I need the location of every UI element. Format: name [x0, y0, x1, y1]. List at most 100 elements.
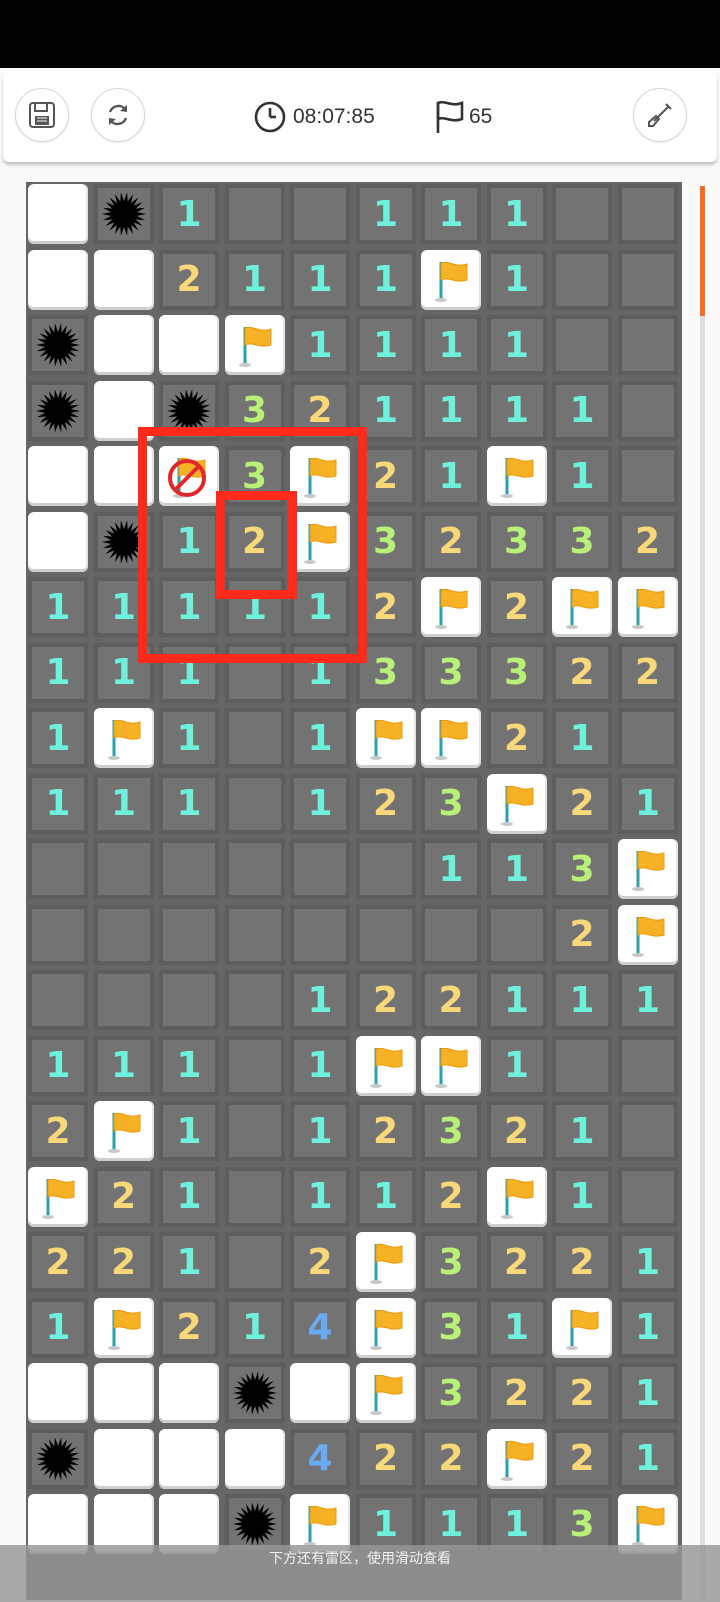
cell-number[interactable]: 1	[552, 1101, 612, 1161]
cell-mine[interactable]	[93, 184, 154, 244]
cell-number[interactable]: 2	[355, 970, 416, 1030]
cell-number[interactable]: 1	[159, 1035, 219, 1096]
cell-number[interactable]: 1	[617, 1297, 678, 1358]
cell-number[interactable]: 2	[486, 1363, 547, 1423]
cell-number[interactable]: 3	[421, 1297, 481, 1358]
cell-flag[interactable]	[421, 1035, 481, 1096]
cell-flag[interactable]	[552, 577, 612, 637]
cell-flag[interactable]	[355, 708, 416, 768]
cell-number[interactable]: 2	[93, 1232, 154, 1292]
cell-number[interactable]: 2	[28, 1232, 88, 1292]
cell-unrevealed[interactable]	[224, 1101, 285, 1161]
cell-number[interactable]: 1	[617, 1428, 678, 1489]
save-button[interactable]	[15, 88, 69, 142]
cell-number[interactable]: 1	[617, 1363, 678, 1423]
cell-number[interactable]: 1	[28, 1035, 88, 1096]
cell-unrevealed[interactable]	[617, 1101, 678, 1161]
cell-number[interactable]: 2	[290, 1232, 350, 1292]
cell-flag[interactable]	[421, 249, 481, 310]
cell-revealed[interactable]	[28, 511, 88, 572]
cell-flag[interactable]	[617, 839, 678, 899]
cell-unrevealed[interactable]	[224, 773, 285, 834]
cell-unrevealed[interactable]	[355, 839, 416, 899]
cell-number[interactable]: 1	[486, 380, 547, 441]
cell-unrevealed[interactable]	[159, 970, 219, 1030]
cell-number[interactable]: 2	[617, 642, 678, 703]
cell-number[interactable]: 2	[159, 249, 219, 310]
cell-flag[interactable]	[421, 708, 481, 768]
cell-flag[interactable]	[355, 1363, 416, 1423]
cell-number[interactable]: 3	[552, 839, 612, 899]
scroll-thumb[interactable]	[700, 186, 705, 316]
cell-unrevealed[interactable]	[617, 708, 678, 768]
cell-number[interactable]: 1	[355, 249, 416, 310]
cell-revealed[interactable]	[28, 1363, 88, 1423]
cell-unrevealed[interactable]	[28, 839, 88, 899]
cell-unrevealed[interactable]	[552, 249, 612, 310]
cell-mine[interactable]	[28, 1428, 88, 1489]
cell-revealed[interactable]	[93, 1428, 154, 1489]
cell-number[interactable]: 2	[93, 1166, 154, 1227]
cell-number[interactable]: 1	[486, 970, 547, 1030]
cell-flag[interactable]	[421, 577, 481, 637]
cell-number[interactable]: 1	[486, 839, 547, 899]
cell-unrevealed[interactable]	[93, 839, 154, 899]
cell-unrevealed[interactable]	[617, 380, 678, 441]
cell-number[interactable]: 1	[486, 315, 547, 375]
cell-number[interactable]: 3	[421, 1363, 481, 1423]
cell-mine[interactable]	[224, 1363, 285, 1423]
cell-number[interactable]: 2	[552, 642, 612, 703]
cell-number[interactable]: 2	[421, 511, 481, 572]
cell-number[interactable]: 2	[355, 773, 416, 834]
cell-unrevealed[interactable]	[617, 184, 678, 244]
cell-unrevealed[interactable]	[224, 1166, 285, 1227]
cell-unrevealed[interactable]	[224, 1035, 285, 1096]
cell-unrevealed[interactable]	[290, 904, 350, 965]
cell-number[interactable]: 2	[486, 1232, 547, 1292]
cell-flag[interactable]	[486, 773, 547, 834]
cell-number[interactable]: 1	[224, 249, 285, 310]
cell-number[interactable]: 1	[93, 773, 154, 834]
cell-number[interactable]: 1	[290, 249, 350, 310]
cell-revealed[interactable]	[224, 1428, 285, 1489]
cell-number[interactable]: 1	[552, 446, 612, 506]
cell-number[interactable]: 2	[552, 1428, 612, 1489]
cell-number[interactable]: 1	[486, 249, 547, 310]
cell-number[interactable]: 2	[421, 1166, 481, 1227]
cell-number[interactable]: 1	[552, 380, 612, 441]
cell-number[interactable]: 3	[552, 511, 612, 572]
cell-unrevealed[interactable]	[28, 970, 88, 1030]
cell-number[interactable]: 3	[421, 642, 481, 703]
cell-number[interactable]: 1	[552, 970, 612, 1030]
cell-number[interactable]: 1	[28, 577, 88, 637]
cell-number[interactable]: 1	[617, 1232, 678, 1292]
cell-number[interactable]: 2	[552, 904, 612, 965]
cell-number[interactable]: 2	[355, 1101, 416, 1161]
cell-flag[interactable]	[617, 904, 678, 965]
cell-number[interactable]: 1	[290, 1035, 350, 1096]
cell-number[interactable]: 1	[159, 773, 219, 834]
cell-unrevealed[interactable]	[224, 970, 285, 1030]
cell-number[interactable]: 1	[486, 184, 547, 244]
cell-revealed[interactable]	[159, 315, 219, 375]
cell-unrevealed[interactable]	[224, 839, 285, 899]
cell-unrevealed[interactable]	[159, 904, 219, 965]
cell-number[interactable]: 1	[93, 1035, 154, 1096]
cell-unrevealed[interactable]	[224, 904, 285, 965]
cell-number[interactable]: 1	[421, 380, 481, 441]
cell-flag[interactable]	[93, 708, 154, 768]
cell-number[interactable]: 1	[355, 1166, 416, 1227]
cell-flag[interactable]	[617, 577, 678, 637]
cell-number[interactable]: 1	[421, 446, 481, 506]
cell-unrevealed[interactable]	[486, 904, 547, 965]
cell-number[interactable]: 2	[355, 1428, 416, 1489]
cell-number[interactable]: 1	[290, 708, 350, 768]
cell-unrevealed[interactable]	[28, 904, 88, 965]
cell-mine[interactable]	[28, 380, 88, 441]
cell-revealed[interactable]	[159, 1363, 219, 1423]
cell-number[interactable]: 2	[486, 577, 547, 637]
cell-unrevealed[interactable]	[552, 1035, 612, 1096]
cell-number[interactable]: 3	[421, 1101, 481, 1161]
cell-revealed[interactable]	[290, 1363, 350, 1423]
cell-number[interactable]: 2	[421, 1428, 481, 1489]
